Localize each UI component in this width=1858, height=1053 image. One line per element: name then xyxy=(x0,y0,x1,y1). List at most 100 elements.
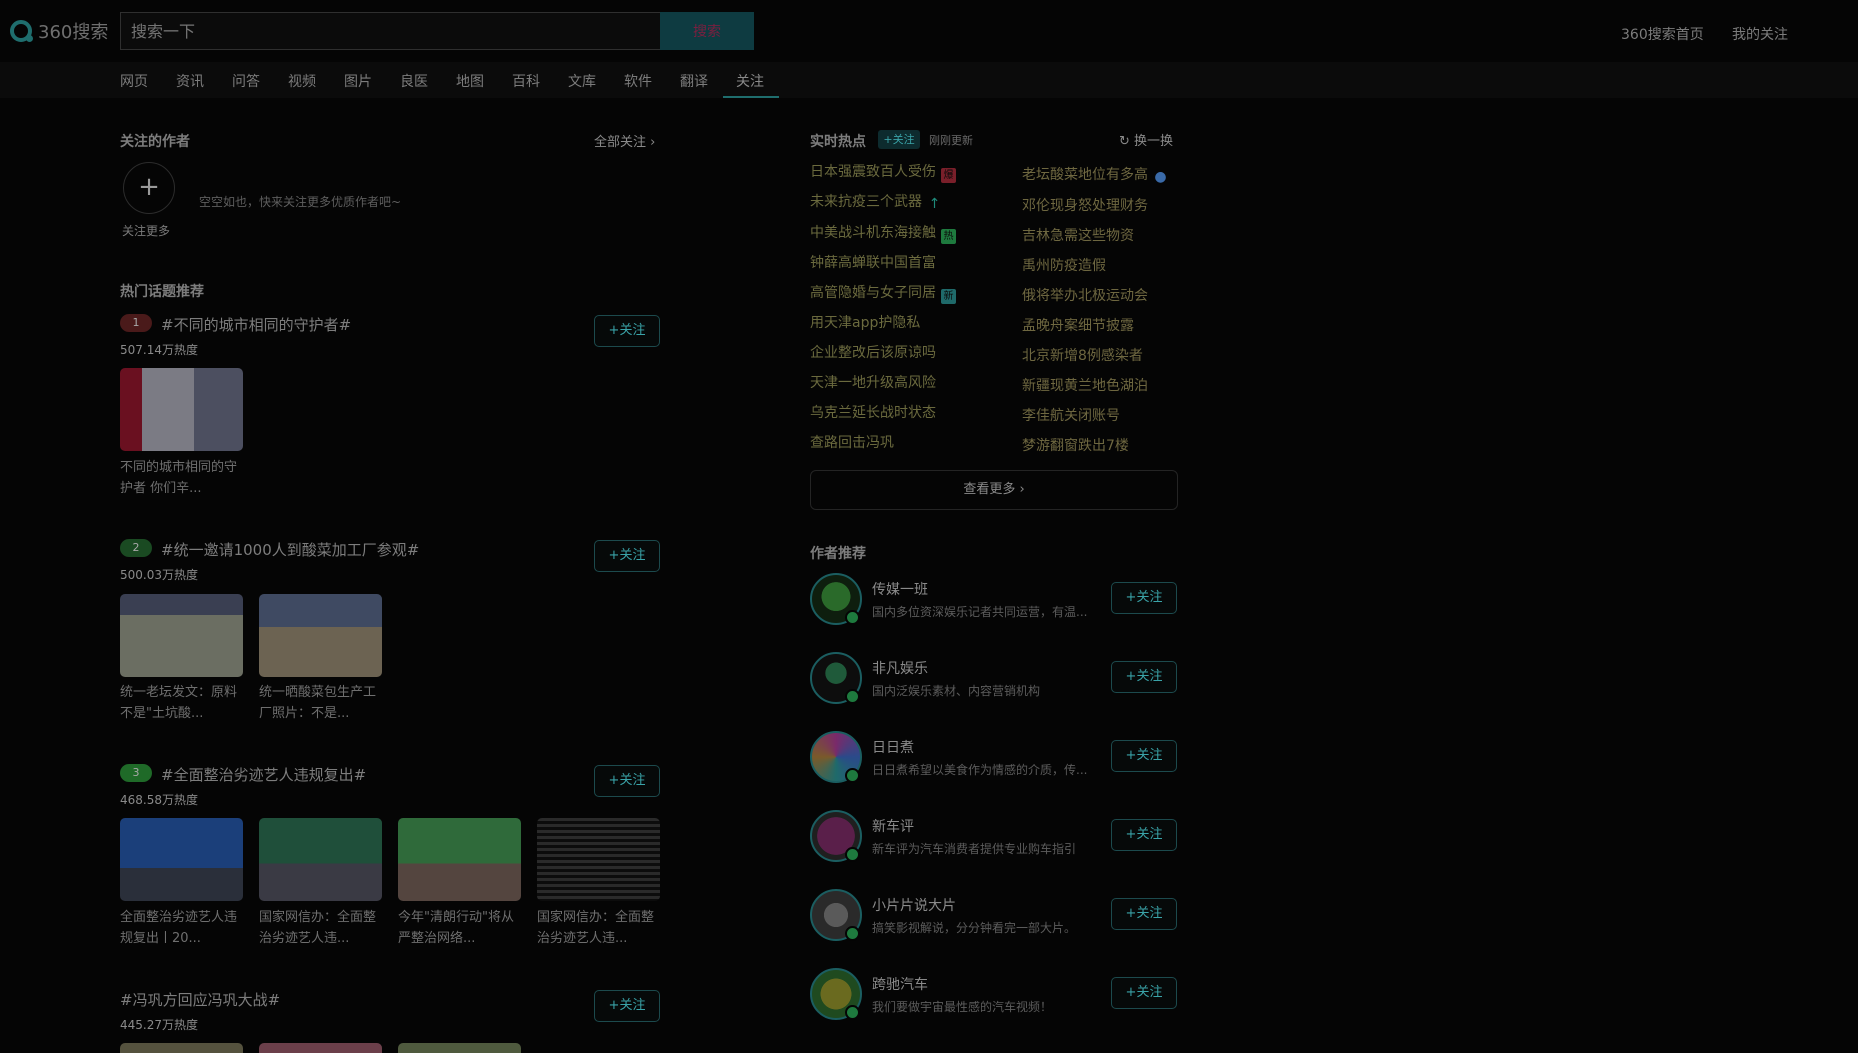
hot-topics-title: 热门话题推荐 xyxy=(120,284,204,300)
post-caption[interactable]: 今年"清朗行动"将从严整治网络... xyxy=(398,907,520,949)
hot-item[interactable]: 老坛酸菜地位有多高 ● xyxy=(1022,164,1168,185)
hot-item-text: 北京新增8例感染者 xyxy=(1022,348,1143,364)
hot-item[interactable]: 梦游翻窗跌出7楼 xyxy=(1022,435,1129,455)
hot-item[interactable]: 高管隐婚与女子同居新 xyxy=(810,282,956,304)
tab-follow[interactable]: 关注 xyxy=(736,71,764,91)
author-follow-button[interactable]: +关注 xyxy=(1111,740,1177,772)
post-caption[interactable]: 国家网信办：全面整治劣迹艺人违... xyxy=(537,907,659,949)
hot-item[interactable]: 禹州防疫造假 xyxy=(1022,255,1106,275)
author-desc: 国内泛娱乐素材、内容营销机构 xyxy=(872,684,1041,698)
hot-item[interactable]: 俄将举办北极运动会 xyxy=(1022,285,1148,305)
hot-item[interactable]: 新疆现黄兰地色湖泊 xyxy=(1022,375,1148,395)
topic-follow-button[interactable]: +关注 xyxy=(594,540,660,572)
author-name[interactable]: 新车评 xyxy=(872,816,914,836)
add-follow-button[interactable]: + xyxy=(123,162,175,214)
view-more-button[interactable]: 查看更多 › xyxy=(810,470,1178,510)
author-name[interactable]: 传媒一班 xyxy=(872,579,928,599)
search-input[interactable] xyxy=(120,12,661,50)
hot-item[interactable]: 查路回击冯巩 xyxy=(810,432,894,452)
author-follow-button[interactable]: +关注 xyxy=(1111,898,1177,930)
chevron-right-icon: › xyxy=(1015,482,1025,497)
post-thumbnail[interactable] xyxy=(120,594,243,677)
author-follow-button[interactable]: +关注 xyxy=(1111,582,1177,614)
refresh-label: 换一换 xyxy=(1134,134,1174,149)
post-thumbnail[interactable] xyxy=(259,818,382,901)
logo[interactable]: 360搜索 xyxy=(10,18,108,44)
author-name[interactable]: 日日煮 xyxy=(872,737,914,757)
tab-doctor[interactable]: 良医 xyxy=(400,71,428,91)
globe-icon: ● xyxy=(1154,169,1167,185)
all-follow-link[interactable]: 全部关注 › xyxy=(594,131,655,150)
hot-item[interactable]: 李佳航关闭账号 xyxy=(1022,405,1120,425)
post-caption[interactable]: 国家网信办：全面整治劣迹艺人违... xyxy=(259,907,381,949)
post-thumbnail[interactable] xyxy=(259,594,382,677)
verified-icon xyxy=(845,926,860,941)
author-name[interactable]: 小片片说大片 xyxy=(872,895,956,915)
tab-video[interactable]: 视频 xyxy=(288,71,316,91)
topic-follow-button[interactable]: +关注 xyxy=(594,765,660,797)
logo-text: 360搜索 xyxy=(38,22,109,43)
rank-badge: 3 xyxy=(120,764,152,782)
topic-title[interactable]: #不同的城市相同的守护者# xyxy=(161,314,351,335)
post-caption[interactable]: 统一老坛发文：原料不是"土坑酸... xyxy=(120,682,242,724)
author-desc: 日日煮希望以美食作为情感的介质，传... xyxy=(872,763,1088,777)
hot-item-text: 高管隐婚与女子同居 xyxy=(810,285,936,301)
topic-title[interactable]: #统一邀请1000人到酸菜加工厂参观# xyxy=(161,539,419,560)
hot-item[interactable]: 邓伦现身怒处理财务 xyxy=(1022,195,1148,215)
post-thumbnail[interactable] xyxy=(120,1043,243,1053)
my-follow-link[interactable]: 我的关注 xyxy=(1732,24,1788,44)
post-thumbnail[interactable] xyxy=(120,368,243,451)
topic-title[interactable]: #全面整治劣迹艺人违规复出# xyxy=(161,764,366,785)
post-thumbnail[interactable] xyxy=(120,818,243,901)
topic-heat: 445.27万热度 xyxy=(120,1018,198,1032)
hot-item[interactable]: 乌克兰延长战时状态 xyxy=(810,402,936,422)
author-desc: 国内多位资深娱乐记者共同运营，有温... xyxy=(872,605,1088,619)
post-caption[interactable]: 统一晒酸菜包生产工厂照片：不是... xyxy=(259,682,381,724)
author-follow-button[interactable]: +关注 xyxy=(1111,977,1177,1009)
author-name[interactable]: 非凡娱乐 xyxy=(872,658,928,678)
hot-item[interactable]: 日本强震致百人受伤爆 xyxy=(810,161,956,183)
hot-item[interactable]: 企业整改后该原谅吗 xyxy=(810,342,936,362)
tab-images[interactable]: 图片 xyxy=(344,71,372,91)
hot-item[interactable]: 孟晚舟案细节披露 xyxy=(1022,315,1134,335)
post-caption[interactable]: 全面整治劣迹艺人违规复出丨20... xyxy=(120,907,242,949)
post-thumbnail[interactable] xyxy=(259,1043,382,1053)
hot-item[interactable]: 中美战斗机东海接触热 xyxy=(810,222,956,244)
tab-library[interactable]: 文库 xyxy=(568,71,596,91)
hot-item-text: 天津一地升级高风险 xyxy=(810,375,936,391)
hot-item[interactable]: 天津一地升级高风险 xyxy=(810,372,936,392)
author-follow-button[interactable]: +关注 xyxy=(1111,819,1177,851)
post-thumbnail[interactable] xyxy=(398,818,521,901)
tab-map[interactable]: 地图 xyxy=(456,71,484,91)
tab-qa[interactable]: 问答 xyxy=(232,71,260,91)
add-follow-label: 关注更多 xyxy=(122,224,171,238)
hot-item-text: 未来抗疫三个武器 xyxy=(810,194,922,210)
refresh-button[interactable]: ↻ 换一换 xyxy=(1119,130,1173,149)
realtime-follow-button[interactable]: +关注 xyxy=(878,130,920,149)
top-header: 360搜索 搜索 360搜索首页 我的关注 xyxy=(0,0,1858,62)
post-thumbnail[interactable] xyxy=(537,818,660,901)
nav-tabs: 网页 资讯 问答 视频 图片 良医 地图 百科 文库 软件 翻译 关注 xyxy=(0,62,1858,98)
search-button[interactable]: 搜索 xyxy=(660,12,754,50)
hot-item[interactable]: 未来抗疫三个武器 ↑ xyxy=(810,191,942,212)
topic-title[interactable]: #冯巩方回应冯巩大战# xyxy=(120,989,280,1010)
hot-item[interactable]: 北京新增8例感染者 xyxy=(1022,345,1143,365)
hot-item[interactable]: 吉林急需这些物资 xyxy=(1022,225,1134,245)
hot-item[interactable]: 用天津app护隐私 xyxy=(810,312,920,332)
tab-software[interactable]: 软件 xyxy=(624,71,652,91)
post-caption[interactable]: 不同的城市相同的守护者 你们辛... xyxy=(120,457,242,499)
hot-item[interactable]: 钟薛高蝉联中国首富 xyxy=(810,252,936,272)
author-follow-button[interactable]: +关注 xyxy=(1111,661,1177,693)
tab-web[interactable]: 网页 xyxy=(120,71,148,91)
tab-translate[interactable]: 翻译 xyxy=(680,71,708,91)
topic-follow-button[interactable]: +关注 xyxy=(594,990,660,1022)
hot-tag-icon: 热 xyxy=(941,229,956,244)
tab-baike[interactable]: 百科 xyxy=(512,71,540,91)
topic-follow-button[interactable]: +关注 xyxy=(594,315,660,347)
refresh-icon: ↻ xyxy=(1119,134,1135,149)
author-name[interactable]: 跨驰汽车 xyxy=(872,974,928,994)
rising-arrow-icon: ↑ xyxy=(928,196,941,212)
home-link[interactable]: 360搜索首页 xyxy=(1621,24,1704,44)
tab-news[interactable]: 资讯 xyxy=(176,71,204,91)
post-thumbnail[interactable] xyxy=(398,1043,521,1053)
